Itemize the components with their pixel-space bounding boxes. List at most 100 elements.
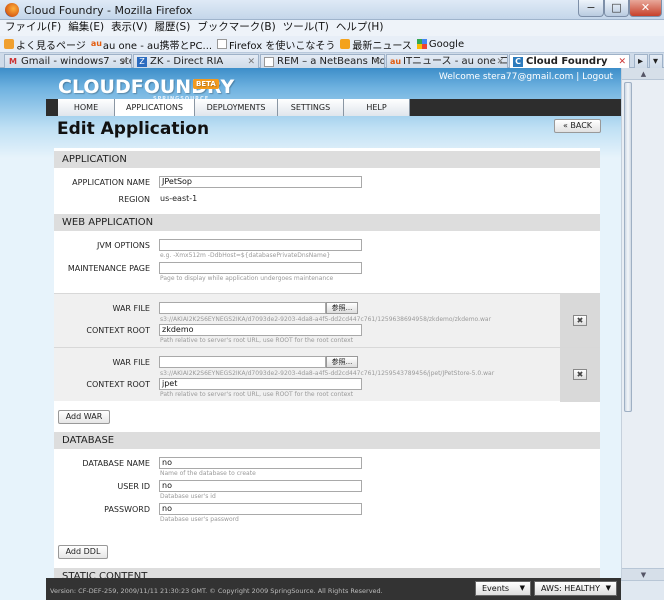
scrollbar-track[interactable]: ▲ ▼ (622, 68, 664, 580)
close-tab-icon[interactable]: ✕ (120, 56, 128, 68)
remove-war-icon[interactable]: ✖ (573, 315, 587, 326)
rss-icon (340, 39, 351, 49)
close-tab-icon[interactable]: ✕ (496, 56, 504, 68)
remove-war-icon[interactable]: ✖ (573, 369, 587, 380)
close-button[interactable]: ✕ (629, 0, 662, 17)
maintenance-page-hint: Page to display while application underg… (160, 275, 334, 282)
war-file-input[interactable] (159, 302, 326, 314)
tab-itnews[interactable]: au ITニュース - au one ニ... ✕ (386, 54, 508, 68)
page-icon (264, 56, 274, 67)
bookmark-most-visited[interactable]: よく見るページ (4, 36, 86, 52)
database-name-hint: Name of the database to create (160, 470, 256, 477)
password-label: PASSWORD (104, 505, 150, 514)
scroll-up-arrow-icon[interactable]: ▲ (622, 68, 664, 80)
bookmark-google[interactable]: Google (416, 36, 464, 52)
status-bar (621, 580, 664, 600)
nav-help[interactable]: HELP (344, 99, 410, 116)
cloud-foundry-logo[interactable]: CLOUDFOUNDRY BETA SPRINGSOURCE (58, 76, 234, 102)
war-entry: WAR FILE 参照... s3://AKIAI2K2S6EYNEGS2IKA… (54, 347, 600, 402)
war-side-panel: ✖ (560, 348, 600, 402)
menu-help[interactable]: ヘルプ(H) (336, 20, 384, 36)
nav-deployments[interactable]: DEPLOYMENTS (195, 99, 278, 116)
password-hint: Database user's password (160, 516, 239, 523)
menu-bar: ファイル(F) 編集(E) 表示(V) 履歴(S) ブックマーク(B) ツール(… (0, 20, 664, 36)
app-name-input[interactable]: JPetSop (159, 176, 362, 188)
welcome-logout[interactable]: Welcome stera77@gmail.com | Logout (439, 72, 613, 82)
war-file-path: s3://AKIAI2K2S6EYNEGS2IKA/d7093de2-9203-… (160, 370, 495, 377)
region-label: REGION (118, 195, 150, 204)
minimize-button[interactable]: − (578, 0, 604, 17)
context-root-label: CONTEXT ROOT (86, 326, 150, 335)
nav-settings[interactable]: SETTINGS (278, 99, 344, 116)
jvm-options-input[interactable] (159, 239, 362, 251)
context-root-hint: Path relative to server's root URL, use … (160, 391, 354, 398)
context-root-input[interactable]: jpet (159, 378, 362, 390)
caret-down-icon: ▼ (605, 584, 611, 592)
context-root-input[interactable]: zkdemo (159, 324, 362, 336)
app-name-label: APPLICATION NAME (72, 178, 150, 187)
user-id-label: USER ID (117, 482, 150, 491)
page-header: Edit Application « BACK (46, 116, 621, 144)
jvm-options-hint: e.g. -Xmx512m -DdbHost=${databasePrivate… (160, 252, 331, 259)
caret-down-icon: ▼ (519, 584, 525, 592)
password-input[interactable]: no (159, 503, 362, 515)
close-tab-icon[interactable]: ✕ (373, 56, 381, 68)
database-name-input[interactable]: no (159, 457, 362, 469)
user-id-hint: Database user's id (160, 493, 216, 500)
aws-status-dropdown[interactable]: AWS: HEALTHY ▼ (534, 581, 617, 596)
page-icon (217, 39, 228, 49)
bookmark-news[interactable]: 最新ニュース (340, 36, 412, 52)
context-root-label: CONTEXT ROOT (86, 380, 150, 389)
close-tab-icon[interactable]: ✕ (247, 56, 255, 68)
au-icon: au (90, 39, 102, 48)
feed-icon (4, 39, 14, 49)
tab-scroll-right-button[interactable]: ▸ (634, 54, 648, 68)
tab-list-button[interactable]: ▾ (649, 54, 663, 68)
maintenance-page-label: MAINTENANCE PAGE (67, 264, 150, 273)
page-scrollbar[interactable]: ▲ ▼ (621, 68, 664, 580)
tab-zk[interactable]: Z ZK - Direct RIA ✕ (133, 54, 259, 68)
database-name-label: DATABASE NAME (82, 459, 150, 468)
menu-edit[interactable]: 編集(E) (68, 20, 104, 36)
firefox-icon (5, 3, 19, 17)
context-root-hint: Path relative to server's root URL, use … (160, 337, 354, 344)
beta-badge: BETA (193, 79, 219, 89)
bookmark-au-one[interactable]: au au one - au携帯とPC... (91, 36, 212, 52)
maintenance-page-input[interactable] (159, 262, 362, 274)
war-file-input[interactable] (159, 356, 326, 368)
tab-rem[interactable]: REM – a NetBeans Mod... ✕ (260, 54, 385, 68)
tab-gmail[interactable]: M Gmail - windows7 - ste... ✕ (4, 54, 132, 68)
section-application: APPLICATION (54, 151, 600, 168)
bookmarks-bar: よく見るページ au au one - au携帯とPC... Firefox を… (0, 36, 664, 53)
menu-view[interactable]: 表示(V) (111, 20, 147, 36)
cf-icon: C (513, 57, 523, 67)
menu-tools[interactable]: ツール(T) (283, 20, 329, 36)
war-file-path: s3://AKIAI2K2S6EYNEGS2IKA/d7093de2-9203-… (160, 316, 492, 323)
menu-history[interactable]: 履歴(S) (154, 20, 190, 36)
add-ddl-button[interactable]: Add DDL (58, 545, 108, 559)
menu-bookmarks[interactable]: ブックマーク(B) (197, 20, 275, 36)
back-button[interactable]: « BACK (554, 119, 601, 133)
tab-cloud-foundry[interactable]: C Cloud Foundry ✕ (509, 54, 630, 69)
version-text: Version: CF-DEF-259, 2009/11/11 21:30:23… (50, 587, 383, 595)
browse-button[interactable]: 参照... (326, 356, 358, 368)
window-title: Cloud Foundry - Mozilla Firefox (24, 4, 193, 17)
close-tab-icon[interactable]: ✕ (618, 56, 626, 68)
menu-file[interactable]: ファイル(F) (5, 20, 61, 36)
war-file-label: WAR FILE (112, 358, 150, 367)
nav-applications[interactable]: APPLICATIONS (115, 99, 195, 116)
section-database: DATABASE (54, 432, 600, 449)
edit-form: APPLICATION APPLICATION NAME JPetSop REG… (54, 148, 600, 600)
user-id-input[interactable]: no (159, 480, 362, 492)
bookmark-firefox[interactable]: Firefox を使いこなそう (217, 36, 335, 52)
nav-home[interactable]: HOME (58, 99, 115, 116)
events-dropdown[interactable]: Events ▼ (475, 581, 531, 596)
scrollbar-thumb[interactable] (624, 82, 632, 412)
jvm-options-label: JVM OPTIONS (96, 241, 150, 250)
war-side-panel: ✖ (560, 294, 600, 348)
scroll-down-arrow-icon[interactable]: ▼ (622, 568, 664, 580)
add-war-button[interactable]: Add WAR (58, 410, 110, 424)
section-web-application: WEB APPLICATION (54, 214, 600, 231)
maximize-button[interactable]: □ (604, 0, 629, 17)
browse-button[interactable]: 参照... (326, 302, 358, 314)
